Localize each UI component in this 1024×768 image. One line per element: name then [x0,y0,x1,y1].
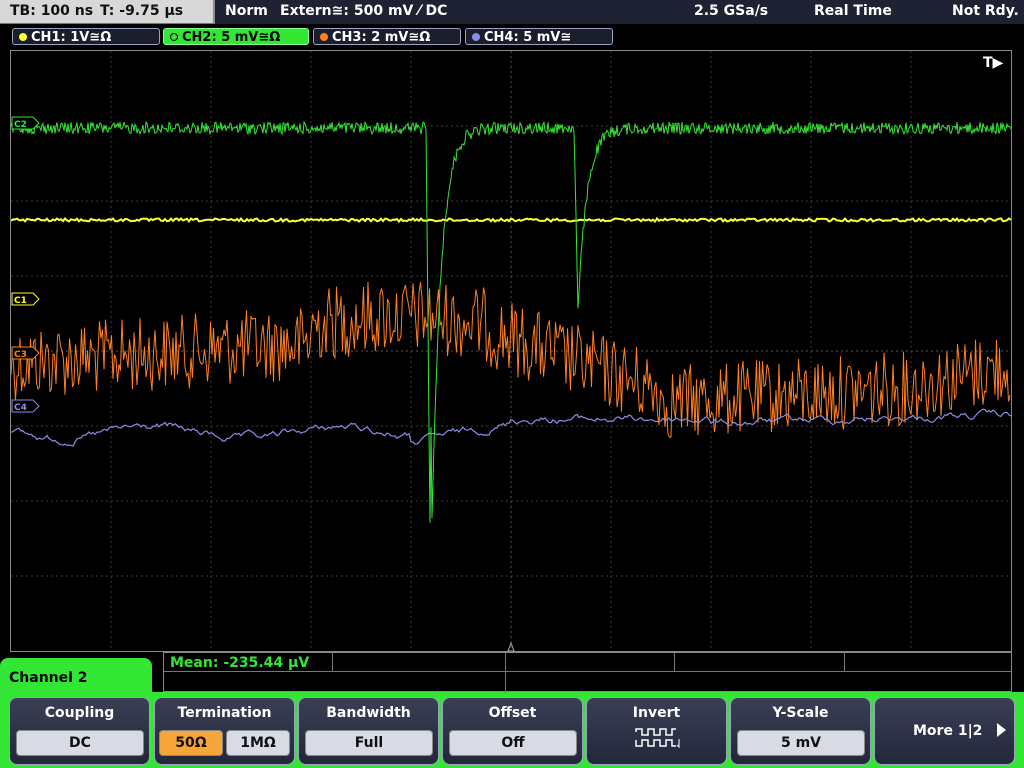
bandwidth-title: Bandwidth [326,705,411,721]
trigger-time-readout: T: -9.75 µs [100,3,184,19]
ch3-marker-label: C3 [14,350,27,360]
invert-softkey[interactable]: Invert [586,697,727,765]
offset-softkey[interactable]: Offset Off [442,697,583,765]
ch1-color-icon [19,33,27,41]
ch3-trace [11,281,1011,438]
mean-measurement: Mean: -235.44 µV [170,655,310,671]
tab-ch2[interactable]: CH2: 5 mV≅Ω [163,28,309,45]
ch4-marker-label: C4 [14,403,27,413]
invert-waveform-icon [635,728,680,749]
trigger-position-marker: T▶ [983,55,1004,71]
ch3-label: CH3: 2 mV≅Ω [332,30,431,45]
tab-ch4[interactable]: CH4: 5 mV≅ [465,28,613,45]
acquisition-state: Not Rdy. [952,3,1019,19]
acquisition-mode: Real Time [814,3,892,19]
bandwidth-value[interactable]: Full [305,730,433,756]
timebase-readout: TB: 100 ns [10,3,94,19]
ch1-label: CH1: 1V≅Ω [31,30,112,45]
grid-lines [11,51,1011,651]
termination-50-ohm-option[interactable]: 50Ω [159,730,223,756]
y-scale-title: Y-Scale [772,705,829,721]
trigger-mode[interactable]: Norm [225,3,268,19]
bandwidth-softkey[interactable]: Bandwidth Full [298,697,439,765]
tab-ch1[interactable]: CH1: 1V≅Ω [12,28,160,45]
ch2-label: CH2: 5 mV≅Ω [182,30,281,45]
ch4-label: CH4: 5 mV≅ [484,30,572,45]
ch3-offset-marker[interactable]: C3 [11,346,40,360]
measurement-box[interactable]: Mean: -235.44 µV [163,652,1012,693]
more-label: More 1|2 [913,723,983,739]
menu-title: Channel 2 [9,670,88,686]
y-scale-softkey[interactable]: Y-Scale 5 mV [730,697,871,765]
coupling-title: Coupling [44,705,115,721]
meas-divider [674,653,675,671]
offset-value[interactable]: Off [449,730,577,756]
invert-title: Invert [632,705,681,721]
chevron-right-icon [997,723,1006,737]
waveform-canvas: C1 C2 C3 C4 T▶ [11,51,1011,651]
meas-divider [505,653,506,693]
ch1-offset-marker[interactable]: C1 [11,292,40,306]
termination-1m-ohm-option[interactable]: 1MΩ [226,730,290,756]
ch4-color-icon [472,33,480,41]
ch2-color-icon [170,33,178,41]
tab-ch3[interactable]: CH3: 2 mV≅Ω [313,28,461,45]
termination-title: Termination [177,705,272,721]
ch3-color-icon [320,33,328,41]
ch1-marker-label: C1 [14,296,27,306]
coupling-softkey[interactable]: Coupling DC [9,697,150,765]
meas-divider [844,653,845,671]
meas-divider [164,671,1011,672]
coupling-value[interactable]: DC [16,730,144,756]
meas-divider [332,653,333,671]
y-scale-value[interactable]: 5 mV [737,730,865,756]
ch2-marker-label: C2 [14,120,27,130]
ch4-offset-marker[interactable]: C4 [11,399,40,413]
termination-softkey[interactable]: Termination 50Ω 1MΩ [154,697,295,765]
waveform-display[interactable]: C1 C2 C3 C4 T▶ [10,50,1012,652]
offset-title: Offset [488,705,537,721]
trigger-source[interactable]: Extern≅: 500 mV ⁄ DC [280,3,447,19]
sample-rate: 2.5 GSa/s [694,3,769,19]
timebase-box[interactable]: TB: 100 ns T: -9.75 µs [0,0,215,24]
more-softkey[interactable]: More 1|2 [874,697,1015,765]
